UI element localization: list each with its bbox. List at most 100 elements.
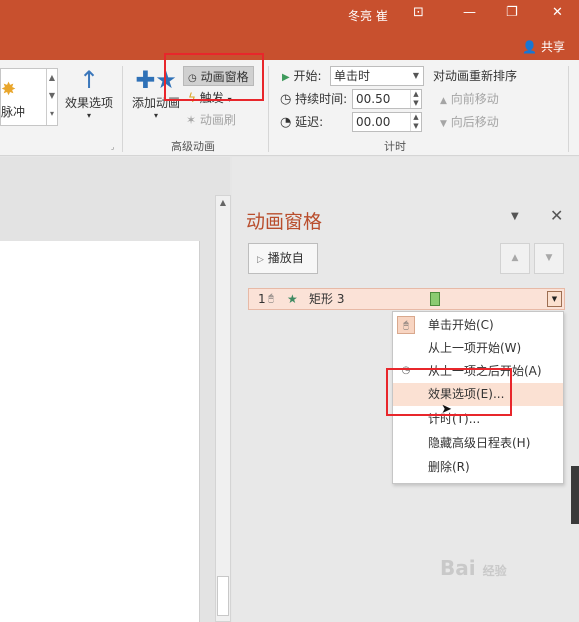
duration-label: ◷ 持续时间: <box>280 89 347 109</box>
watermark-text: Bai <box>440 556 476 580</box>
watermark-suffix: 经验 <box>482 564 507 578</box>
delay-spinner[interactable]: ▲ ▼ <box>410 113 421 131</box>
pane-title: 动画窗格 <box>246 211 323 233</box>
mouse-click-icon: 🖰 <box>397 316 415 334</box>
move-earlier-button[interactable]: ▲ 向前移动 <box>440 89 499 109</box>
user-name[interactable]: 冬亮 崔 <box>348 7 388 24</box>
close-icon[interactable]: ✕ <box>552 5 563 20</box>
duration-spinner[interactable]: ▲ ▼ <box>410 90 421 108</box>
add-animation-label: 添加动画 <box>131 96 180 110</box>
move-up-button[interactable]: ▲ <box>500 243 530 274</box>
duration-label-text: 持续时间: <box>295 92 348 106</box>
start-dropdown[interactable]: 单击时 ▼ <box>330 66 424 86</box>
gallery-item-label: 脉冲 <box>1 105 26 119</box>
ribbon-display-options-icon[interactable]: ⊡ <box>413 5 424 20</box>
pane-close-icon[interactable]: ✕ <box>550 206 563 225</box>
person-icon: 👤 <box>522 40 538 54</box>
slide-editing-area: ▲ <box>0 157 231 622</box>
triangle-down-icon: ▼ <box>440 119 447 129</box>
move-later-button[interactable]: ▼ 向后移动 <box>440 112 499 132</box>
pulse-star-icon: ✸ <box>1 79 17 100</box>
animation-painter-label: 动画刷 <box>199 113 236 127</box>
effect-options-button[interactable]: ↑ 效果选项 ▾ <box>62 66 116 120</box>
menu-item-start-with-previous[interactable]: 从上一项开始(W) <box>393 337 563 360</box>
mouse-click-icon: 🖰 <box>268 293 274 304</box>
dropdown-arrow-icon: ▾ <box>86 111 91 120</box>
play-outline-icon: ▷ <box>257 255 264 265</box>
menu-item-effect-options[interactable]: 效果选项(E)... <box>393 383 563 406</box>
animation-pane: 动画窗格 ▼ ✕ ▷ 播放自 ▲ ▼ 1 🖰 ★ 矩形 3 ▼ 🖰 单击开始(C… <box>232 157 579 622</box>
animation-gallery[interactable]: ✸ 脉冲 ▲ ▼ ▾ <box>0 68 58 126</box>
menu-item-start-after-previous[interactable]: ◷ 从上一项之后开始(A) <box>393 360 563 383</box>
delay-label: ◔ 延迟: <box>280 112 323 132</box>
trigger-label: 触发 <box>199 91 224 105</box>
scroll-up-icon[interactable]: ▲ <box>216 196 230 210</box>
animation-pane-icon: ◷ <box>188 73 197 84</box>
menu-item-label: 从上一项之后开始(A) <box>428 364 542 378</box>
duration-value: 00.50 <box>356 92 391 106</box>
group-label-advanced: 高级动画 <box>171 140 215 153</box>
title-bar: 冬亮 崔 ⊡ — ❐ ✕ <box>0 0 579 32</box>
move-later-label: 向后移动 <box>450 115 499 129</box>
delay-label-text: 延迟: <box>295 115 324 129</box>
start-label: ▶ 开始: <box>282 66 322 86</box>
start-value: 单击时 <box>334 69 371 83</box>
scroll-thumb[interactable] <box>217 576 229 616</box>
triangle-up-icon: ▲ <box>440 96 447 106</box>
play-icon: ▶ <box>282 72 290 83</box>
watermark: Bai 经验 <box>440 556 507 580</box>
animation-number: 1 <box>258 292 266 306</box>
menu-item-remove[interactable]: 删除(R) <box>393 456 563 479</box>
delay-input[interactable]: 00.00 ▲ ▼ <box>352 112 422 132</box>
menu-item-start-on-click[interactable]: 🖰 单击开始(C) <box>393 314 563 337</box>
clock-icon: ◷ <box>401 365 411 376</box>
timing-bar[interactable] <box>430 292 440 306</box>
trigger-button[interactable]: ϟ 触发 ▾ <box>188 88 232 108</box>
restore-icon[interactable]: ❐ <box>506 5 518 20</box>
animation-target-name: 矩形 3 <box>309 292 345 306</box>
menu-item-timing[interactable]: 计时(T)... <box>393 408 563 431</box>
slide-canvas[interactable] <box>0 241 200 622</box>
move-down-button[interactable]: ▼ <box>534 243 564 274</box>
play-from-label: 播放自 <box>267 251 304 265</box>
add-star-icon: ✚★ <box>135 66 177 94</box>
side-edge-strip <box>571 466 579 524</box>
effect-options-label: 效果选项 <box>64 96 113 110</box>
minimize-icon[interactable]: — <box>463 5 476 20</box>
menu-item-label: 删除(R) <box>428 460 470 474</box>
move-earlier-label: 向前移动 <box>450 92 499 106</box>
dropdown-arrow-icon: ▾ <box>227 95 232 104</box>
item-dropdown-icon[interactable]: ▼ <box>547 291 562 307</box>
lightning-icon: ϟ <box>188 91 196 105</box>
add-animation-button[interactable]: ✚★ 添加动画 ▾ <box>128 66 184 120</box>
animation-item-row[interactable]: 1 🖰 ★ 矩形 3 ▼ <box>248 288 565 310</box>
share-label: 共享 <box>540 40 565 54</box>
share-button[interactable]: 👤 共享 <box>522 38 565 55</box>
start-label-text: 开始: <box>293 69 322 83</box>
group-separator <box>268 66 269 152</box>
menu-item-label: 效果选项(E)... <box>428 387 505 401</box>
animation-pane-button[interactable]: ◷ 动画窗格 <box>183 66 254 86</box>
vertical-scrollbar[interactable]: ▲ <box>215 195 231 622</box>
delay-clock-icon: ◔ <box>280 115 292 130</box>
gallery-scroll[interactable]: ▲ ▼ ▾ <box>46 69 57 125</box>
up-arrow-icon: ↑ <box>78 66 100 94</box>
delay-value: 00.00 <box>356 115 391 129</box>
pane-options-icon[interactable]: ▼ <box>511 211 519 222</box>
clock-icon: ◷ <box>280 92 292 107</box>
dialog-launcher-icon[interactable]: ⌟ <box>111 143 114 151</box>
duration-input[interactable]: 00.50 ▲ ▼ <box>352 89 422 109</box>
menu-item-label: 隐藏高级日程表(H) <box>428 436 531 450</box>
menu-item-hide-advanced-timeline[interactable]: 隐藏高级日程表(H) <box>393 432 563 455</box>
mouse-cursor-icon: ➤ <box>441 402 452 417</box>
group-separator <box>122 66 123 152</box>
painter-icon: ✶ <box>186 113 197 127</box>
dropdown-arrow-icon: ▼ <box>412 71 419 80</box>
animation-context-menu: 🖰 单击开始(C) 从上一项开始(W) ◷ 从上一项之后开始(A) 效果选项(E… <box>392 311 564 484</box>
menu-item-label: 从上一项开始(W) <box>428 341 522 355</box>
ribbon-tab-row: 👤 共享 <box>0 32 579 60</box>
emphasis-star-icon: ★ <box>287 292 298 306</box>
play-from-button[interactable]: ▷ 播放自 <box>248 243 318 274</box>
animation-painter-button[interactable]: ✶ 动画刷 <box>186 110 236 130</box>
ribbon-animations: ✸ 脉冲 ▲ ▼ ▾ ↑ 效果选项 ▾ ⌟ ✚★ 添加动画 ▾ ◷ 动画窗格 ϟ 触… <box>0 60 579 156</box>
